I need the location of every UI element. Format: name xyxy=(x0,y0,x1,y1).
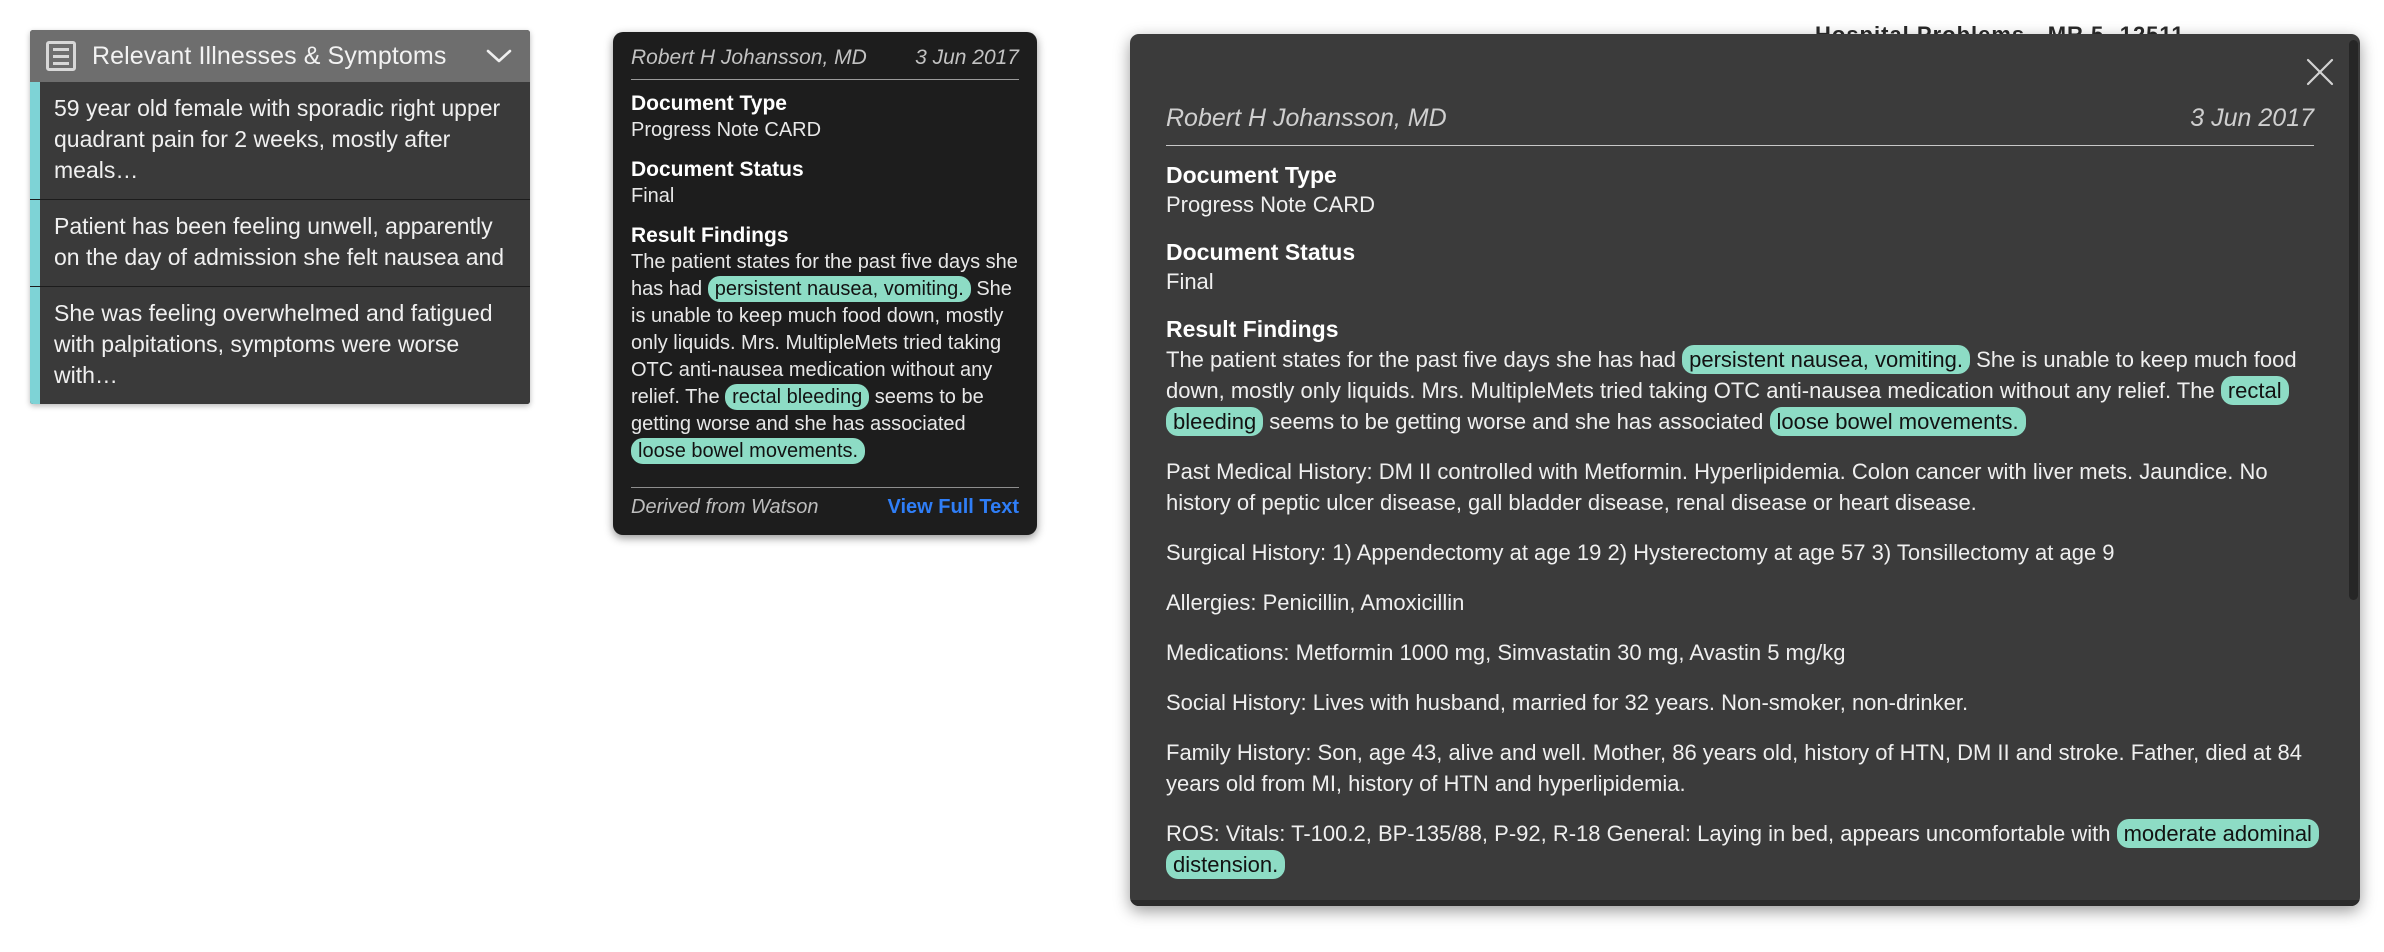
relevant-illnesses-header[interactable]: Relevant Illnesses & Symptoms xyxy=(30,30,530,82)
family-history: Family History: Son, age 43, alive and w… xyxy=(1166,740,2302,796)
card-result-findings: Result Findings The patient states for t… xyxy=(631,223,1019,465)
modal-bottom-edge xyxy=(1130,900,2360,906)
modal-document-status-label: Document Status xyxy=(1166,239,1356,265)
card-document-status-label: Document Status xyxy=(631,158,804,181)
relevant-illnesses-panel: Relevant Illnesses & Symptoms 59 year ol… xyxy=(30,30,530,404)
modal-document-type-label: Document Type xyxy=(1166,162,1337,188)
modal-result-findings-label: Result Findings xyxy=(1166,316,1339,342)
panel-title: Relevant Illnesses & Symptoms xyxy=(92,41,447,70)
card-result-findings-body: The patient states for the past five day… xyxy=(631,249,1019,465)
list-item[interactable]: She was feeling overwhelmed and fatigued… xyxy=(30,286,530,404)
card-footer-divider xyxy=(631,487,1019,488)
full-text-modal: Robert H Johansson, MD 3 Jun 2017 Docume… xyxy=(1130,34,2360,906)
social-history: Social History: Lives with husband, marr… xyxy=(1166,690,1969,715)
medications: Medications: Metformin 1000 mg, Simvasta… xyxy=(1166,640,1846,665)
card-author: Robert H Johansson, MD xyxy=(631,46,867,69)
illness-accent-bar xyxy=(30,82,40,199)
modal-date: 3 Jun 2017 xyxy=(2190,104,2314,132)
modal-document-status-value: Final xyxy=(1166,269,1214,294)
list-item-text: Patient has been feeling unwell, apparen… xyxy=(54,213,505,270)
derived-from-label: Derived from Watson xyxy=(631,496,819,518)
highlight-persistent-nausea-vomiting[interactable]: persistent nausea, vomiting. xyxy=(707,276,971,302)
list-item-text: She was feeling overwhelmed and fatigued… xyxy=(54,300,493,388)
list-item[interactable]: 59 year old female with sporadic right u… xyxy=(30,82,530,199)
modal-findings-text-1: The patient states for the past five day… xyxy=(1166,347,1683,372)
modal-scrollbar-thumb[interactable] xyxy=(2349,40,2358,600)
app-root: Relevant Illnesses & Symptoms 59 year ol… xyxy=(0,0,2384,952)
highlight-loose-bowel-movements[interactable]: loose bowel movements. xyxy=(1769,407,2026,436)
modal-result-findings-body: The patient states for the past five day… xyxy=(1166,344,2314,437)
highlight-loose-bowel-movements[interactable]: loose bowel movements. xyxy=(631,438,866,464)
list-item-text: 59 year old female with sporadic right u… xyxy=(54,95,501,183)
modal-document-type: Document Type Progress Note CARD xyxy=(1166,160,2314,220)
highlight-rectal-bleeding[interactable]: rectal bleeding xyxy=(725,384,870,410)
progress-note-card[interactable]: Robert H Johansson, MD 3 Jun 2017 Docume… xyxy=(613,32,1037,535)
modal-divider xyxy=(1166,145,2314,146)
illness-accent-bar xyxy=(30,200,40,286)
modal-scrollbar[interactable] xyxy=(2349,40,2358,900)
allergies: Allergies: Penicillin, Amoxicillin xyxy=(1166,590,1465,615)
modal-findings-text-3: seems to be getting worse and she has as… xyxy=(1263,409,1770,434)
illness-accent-bar xyxy=(30,287,40,404)
modal-document-status: Document Status Final xyxy=(1166,237,2314,297)
card-document-status-value: Final xyxy=(631,185,675,207)
card-meta-row: Robert H Johansson, MD 3 Jun 2017 xyxy=(631,46,1019,79)
card-document-type-label: Document Type xyxy=(631,92,787,115)
modal-author: Robert H Johansson, MD xyxy=(1166,104,1447,132)
modal-result-findings: Result Findings The patient states for t… xyxy=(1166,314,2314,437)
card-document-type-value: Progress Note CARD xyxy=(631,119,822,141)
ros-vitals: ROS: Vitals: T-100.2, BP-135/88, P-92, R… xyxy=(1166,818,2319,880)
modal-document-type-value: Progress Note CARD xyxy=(1166,192,1376,217)
card-document-type: Document Type Progress Note CARD xyxy=(631,91,1019,143)
card-document-status: Document Status Final xyxy=(631,157,1019,209)
chevron-down-icon[interactable] xyxy=(482,39,516,73)
card-divider xyxy=(631,79,1019,80)
ros-text-1: ROS: Vitals: T-100.2, BP-135/88, P-92, R… xyxy=(1166,821,2117,846)
list-item[interactable]: Patient has been feeling unwell, apparen… xyxy=(30,199,530,286)
surgical-history: Surgical History: 1) Appendectomy at age… xyxy=(1166,540,2115,565)
modal-meta-row: Robert H Johansson, MD 3 Jun 2017 xyxy=(1166,104,2314,145)
view-full-text-link[interactable]: View Full Text xyxy=(887,496,1019,519)
illness-list: 59 year old female with sporadic right u… xyxy=(30,82,530,404)
past-medical-history: Past Medical History: DM II controlled w… xyxy=(1166,459,2268,515)
highlight-persistent-nausea-vomiting[interactable]: persistent nausea, vomiting. xyxy=(1682,345,1971,374)
card-footer: Derived from Watson View Full Text xyxy=(631,496,1019,521)
card-result-findings-label: Result Findings xyxy=(631,224,789,247)
card-date: 3 Jun 2017 xyxy=(915,46,1019,69)
modal-content: Robert H Johansson, MD 3 Jun 2017 Docume… xyxy=(1130,34,2360,906)
document-list-icon xyxy=(46,41,76,71)
